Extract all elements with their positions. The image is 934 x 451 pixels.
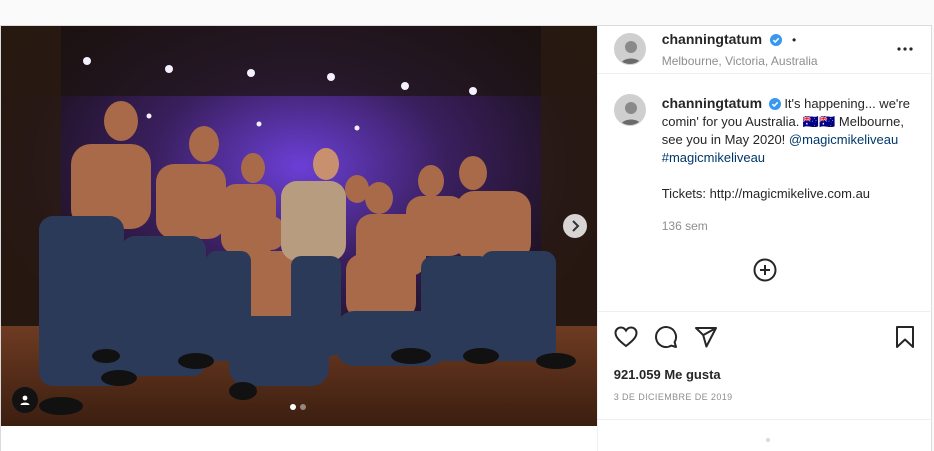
heart-icon xyxy=(614,326,638,348)
post-media[interactable] xyxy=(1,26,597,426)
post-photo xyxy=(1,26,597,426)
share-icon xyxy=(694,327,717,348)
caption-time: 136 sem xyxy=(661,219,708,233)
verified-icon xyxy=(768,98,781,110)
more-options-icon xyxy=(897,47,913,51)
post-sidebar: channingtatum • Melbourne, Victoria, Aus… xyxy=(596,26,933,451)
caption-tickets: Tickets: http://magicmikelive.com.au xyxy=(661,186,871,201)
verified-icon xyxy=(769,33,782,46)
divider xyxy=(597,311,933,312)
separator-bullet: • xyxy=(791,32,797,47)
username[interactable]: channingtatum xyxy=(662,31,762,47)
likes-count[interactable]: 921.059 Me gusta xyxy=(614,367,721,382)
add-comment-icon xyxy=(753,258,777,282)
like-button[interactable] xyxy=(614,325,638,349)
carousel-indicator xyxy=(290,404,306,410)
caption-avatar[interactable] xyxy=(613,94,646,126)
comment-button[interactable] xyxy=(654,325,678,349)
next-image-button[interactable] xyxy=(563,214,587,238)
next-arrow-icon xyxy=(572,220,580,232)
divider xyxy=(597,419,933,420)
action-bar xyxy=(614,324,917,350)
avatar[interactable] xyxy=(613,33,646,65)
location-link[interactable]: Melbourne, Victoria, Australia xyxy=(662,54,893,68)
page: channingtatum • Melbourne, Victoria, Aus… xyxy=(0,0,934,451)
post-header: channingtatum • Melbourne, Victoria, Aus… xyxy=(613,26,917,72)
mention-link[interactable]: @magicmikeliveau xyxy=(789,132,898,147)
carousel-dot-active xyxy=(290,404,296,410)
divider xyxy=(597,73,933,74)
more-options-button[interactable] xyxy=(893,37,917,61)
share-button[interactable] xyxy=(694,325,718,349)
caption: channingtatum It's happening... we're co… xyxy=(613,94,917,235)
post-card: channingtatum • Melbourne, Victoria, Aus… xyxy=(0,25,933,451)
caption-username[interactable]: channingtatum xyxy=(662,95,762,111)
carousel-dot xyxy=(300,404,306,410)
hashtag-link[interactable]: #magicmikeliveau xyxy=(662,150,765,165)
bookmark-icon xyxy=(895,326,914,348)
tagged-users-button[interactable] xyxy=(12,387,38,413)
post-date: 3 DE DICIEMBRE DE 2019 xyxy=(613,392,733,402)
tag-user-icon xyxy=(20,395,30,405)
comment-input-stub[interactable] xyxy=(765,438,770,442)
save-button[interactable] xyxy=(893,325,917,349)
comment-icon xyxy=(654,326,677,349)
add-comment-button[interactable] xyxy=(753,258,777,282)
